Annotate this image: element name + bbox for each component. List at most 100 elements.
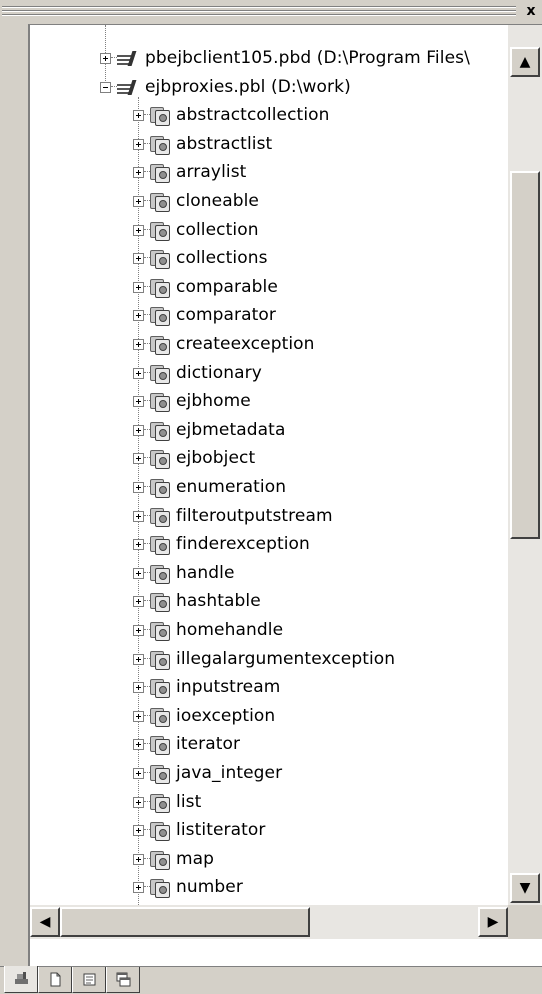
expand-icon[interactable] bbox=[133, 881, 144, 893]
scroll-down-button[interactable]: ▼ bbox=[510, 873, 540, 903]
expand-icon[interactable] bbox=[133, 367, 144, 379]
tree-item-object[interactable]: illegalargumentexception bbox=[133, 646, 395, 672]
expand-icon[interactable] bbox=[133, 395, 144, 407]
tree-item-library[interactable]: pbejbclient105.pbd (D:\Program Files\ bbox=[100, 45, 470, 71]
library-tab[interactable] bbox=[4, 966, 38, 993]
expand-icon[interactable] bbox=[133, 824, 144, 836]
proxy-object-icon bbox=[150, 448, 170, 469]
expand-icon[interactable] bbox=[133, 252, 144, 264]
expand-icon[interactable] bbox=[133, 653, 144, 665]
tree-item-object[interactable]: map bbox=[133, 846, 214, 872]
scroll-up-button[interactable]: ▲ bbox=[510, 47, 540, 77]
vertical-scroll-thumb[interactable] bbox=[510, 171, 540, 539]
tree-item-object[interactable]: filteroutputstream bbox=[133, 503, 333, 529]
expand-icon[interactable] bbox=[133, 624, 144, 636]
proxy-object-icon bbox=[150, 506, 170, 527]
proxy-object-icon bbox=[150, 620, 170, 641]
tree-item-object[interactable]: ejbobject bbox=[133, 445, 255, 471]
tree-item-object[interactable]: enumeration bbox=[133, 474, 286, 500]
expand-icon[interactable] bbox=[133, 138, 144, 150]
expand-icon[interactable] bbox=[133, 224, 144, 236]
scroll-left-button[interactable]: ◀ bbox=[30, 907, 60, 937]
tree-item-object[interactable]: collection bbox=[133, 217, 259, 243]
library-icon bbox=[117, 49, 139, 67]
vertical-scrollbar[interactable]: ▲ ▼ bbox=[508, 25, 542, 905]
expand-icon[interactable] bbox=[133, 195, 144, 207]
arrow-down-icon: ▼ bbox=[519, 880, 531, 896]
tree-item-label: list bbox=[176, 792, 202, 812]
expand-icon[interactable] bbox=[133, 595, 144, 607]
tree-item-object[interactable]: comparable bbox=[133, 274, 278, 300]
expand-icon[interactable] bbox=[133, 538, 144, 550]
tree-item-label: comparable bbox=[176, 277, 278, 297]
panel-grip[interactable]: x bbox=[0, 0, 542, 24]
tree-item-object[interactable]: inputstream bbox=[133, 674, 280, 700]
expand-icon[interactable] bbox=[133, 710, 144, 722]
expand-icon[interactable] bbox=[133, 309, 144, 321]
tree-item-object[interactable]: finderexception bbox=[133, 531, 310, 557]
tree-item-object[interactable]: handle bbox=[133, 560, 235, 586]
expand-icon[interactable] bbox=[133, 510, 144, 522]
tree-item-object[interactable]: number bbox=[133, 874, 243, 900]
tree-item-object[interactable]: ioexception bbox=[133, 703, 275, 729]
tree-item-object[interactable]: createexception bbox=[133, 331, 315, 357]
expand-icon[interactable] bbox=[133, 738, 144, 750]
expand-icon[interactable] bbox=[133, 166, 144, 178]
expand-icon[interactable] bbox=[100, 52, 111, 64]
tree-item-object[interactable]: abstractlist bbox=[133, 131, 272, 157]
tree-item-object[interactable]: dictionary bbox=[133, 360, 262, 386]
scroll-right-button[interactable]: ▶ bbox=[478, 907, 508, 937]
tree-item-label: ioexception bbox=[176, 706, 276, 726]
tree-item-object[interactable]: hashtable bbox=[133, 588, 261, 614]
notes-tab[interactable] bbox=[72, 967, 106, 993]
panel-tab-strip bbox=[0, 966, 542, 994]
document-tab[interactable] bbox=[38, 967, 72, 993]
expand-icon[interactable] bbox=[133, 853, 144, 865]
library-icon bbox=[117, 78, 139, 96]
proxy-object-icon bbox=[150, 792, 170, 813]
expand-icon[interactable] bbox=[133, 681, 144, 693]
tree-item-object[interactable]: arraylist bbox=[133, 159, 246, 185]
tree-item-object[interactable]: homehandle bbox=[133, 617, 283, 643]
library-tree[interactable]: pbejbclient105.pbd (D:\Program Files\ ejb… bbox=[30, 25, 508, 905]
horizontal-scroll-thumb[interactable] bbox=[60, 907, 310, 937]
tree-item-label: collections bbox=[176, 248, 268, 268]
expand-icon[interactable] bbox=[133, 767, 144, 779]
proxy-object-icon bbox=[150, 105, 170, 126]
proxy-object-icon bbox=[150, 220, 170, 241]
proxy-object-icon bbox=[150, 534, 170, 555]
horizontal-scrollbar[interactable]: ◀ ▶ bbox=[30, 905, 508, 939]
windows-tab[interactable] bbox=[106, 967, 140, 993]
tree-item-object[interactable]: ejbhome bbox=[133, 388, 251, 414]
tree-item-label: handle bbox=[176, 563, 235, 583]
tree-item-object[interactable]: list bbox=[133, 789, 201, 815]
expand-icon[interactable] bbox=[133, 281, 144, 293]
proxy-object-icon bbox=[150, 649, 170, 670]
arrow-up-icon: ▲ bbox=[519, 54, 531, 70]
tree-item-label: inputstream bbox=[176, 677, 281, 697]
collapse-icon[interactable] bbox=[100, 81, 111, 93]
tree-item-object[interactable]: abstractcollection bbox=[133, 102, 330, 128]
tree-item-object[interactable]: cloneable bbox=[133, 188, 259, 214]
tree-item-label: homehandle bbox=[176, 620, 284, 640]
proxy-object-icon bbox=[150, 763, 170, 784]
tree-item-object[interactable]: listiterator bbox=[133, 817, 265, 843]
tree-item-object[interactable]: java_integer bbox=[133, 760, 282, 786]
tree-item-label: java_integer bbox=[176, 763, 283, 783]
tree-item-object[interactable]: iterator bbox=[133, 731, 240, 757]
tree-item-label: abstractlist bbox=[176, 134, 273, 154]
expand-icon[interactable] bbox=[133, 424, 144, 436]
expand-icon[interactable] bbox=[133, 109, 144, 121]
tree-item-label: ejbhome bbox=[176, 391, 251, 411]
proxy-object-icon bbox=[150, 677, 170, 698]
expand-icon[interactable] bbox=[133, 567, 144, 579]
tree-item-object[interactable]: collections bbox=[133, 245, 268, 271]
expand-icon[interactable] bbox=[133, 338, 144, 350]
tree-item-object[interactable]: ejbmetadata bbox=[133, 417, 285, 443]
expand-icon[interactable] bbox=[133, 481, 144, 493]
expand-icon[interactable] bbox=[133, 796, 144, 808]
expand-icon[interactable] bbox=[133, 452, 144, 464]
tree-item-library[interactable]: ejbproxies.pbl (D:\work) bbox=[100, 74, 351, 100]
tree-item-object[interactable]: comparator bbox=[133, 302, 276, 328]
close-button[interactable]: x bbox=[522, 3, 540, 20]
